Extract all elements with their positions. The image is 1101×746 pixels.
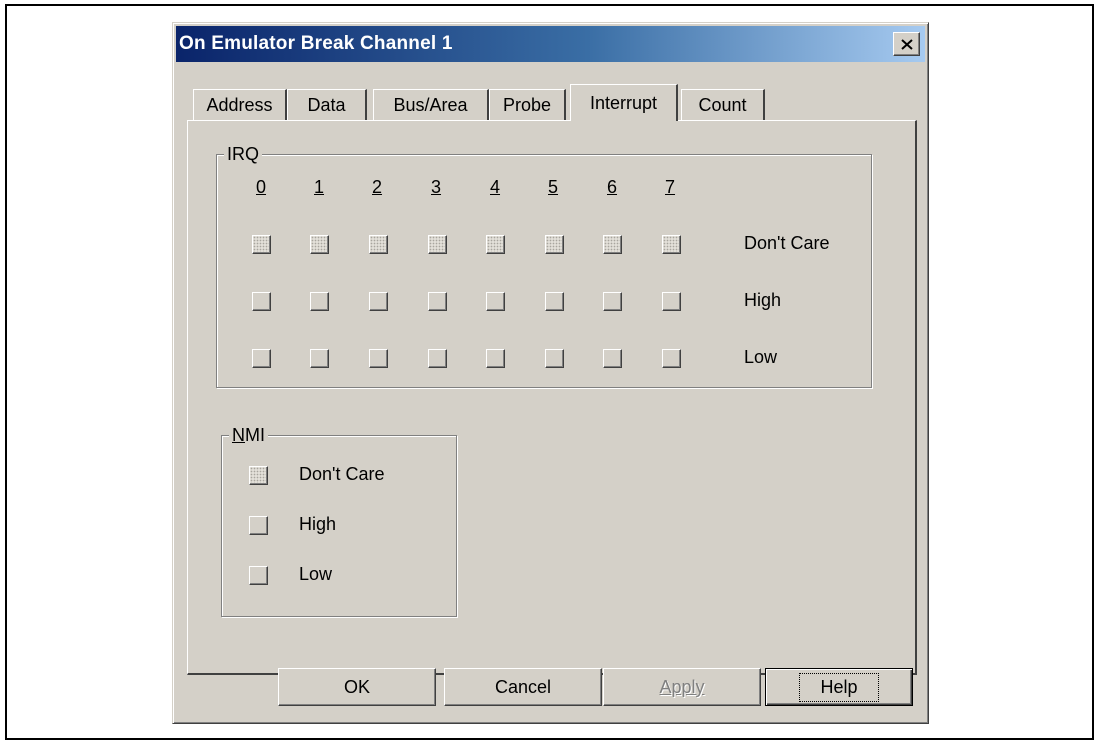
irq5-low-checkbox[interactable] bbox=[545, 349, 564, 368]
tab-interrupt[interactable]: Interrupt bbox=[570, 84, 678, 121]
tab-probe-label: Probe bbox=[502, 94, 552, 115]
cancel-button-label: Cancel bbox=[494, 676, 552, 697]
irq-high-label: High bbox=[744, 290, 782, 310]
irq4-low-checkbox[interactable] bbox=[486, 349, 505, 368]
tab-bus-area-label: Bus/Area bbox=[393, 94, 468, 115]
irq0-low-checkbox[interactable] bbox=[252, 349, 271, 368]
nmi-low-checkbox[interactable] bbox=[249, 566, 268, 585]
irq1-low-checkbox[interactable] bbox=[310, 349, 329, 368]
irq-low-label: Low bbox=[744, 347, 778, 367]
irq-dont-care-label: Don't Care bbox=[744, 233, 830, 253]
irq7-low-checkbox[interactable] bbox=[662, 349, 681, 368]
tab-count[interactable]: Count bbox=[681, 89, 765, 120]
irq-column-3: 3 bbox=[431, 177, 442, 197]
close-icon bbox=[900, 38, 913, 50]
irq-column-5: 5 bbox=[548, 177, 559, 197]
irq3-dont-care-checkbox[interactable] bbox=[428, 235, 447, 254]
nmi-high-label: High bbox=[299, 514, 337, 534]
irq-column-6: 6 bbox=[607, 177, 618, 197]
irq1-dont-care-checkbox[interactable] bbox=[310, 235, 329, 254]
irq6-low-checkbox[interactable] bbox=[603, 349, 622, 368]
irq-column-4: 4 bbox=[490, 177, 501, 197]
irq-column-1: 1 bbox=[314, 177, 325, 197]
irq7-dont-care-checkbox[interactable] bbox=[662, 235, 681, 254]
nmi-high-checkbox[interactable] bbox=[249, 516, 268, 535]
irq-legend: IRQ bbox=[224, 143, 263, 165]
nmi-dont-care-checkbox[interactable] bbox=[249, 466, 268, 485]
apply-button[interactable]: Apply bbox=[603, 668, 761, 706]
nmi-low-label: Low bbox=[299, 564, 333, 584]
irq5-high-checkbox[interactable] bbox=[545, 292, 564, 311]
irq5-dont-care-checkbox[interactable] bbox=[545, 235, 564, 254]
irq3-low-checkbox[interactable] bbox=[428, 349, 447, 368]
tab-probe[interactable]: Probe bbox=[489, 89, 566, 120]
irq-column-0: 0 bbox=[256, 177, 267, 197]
close-button[interactable] bbox=[893, 32, 920, 56]
break-channel-dialog: On Emulator Break Channel 1 Address Data… bbox=[172, 22, 929, 724]
irq0-dont-care-checkbox[interactable] bbox=[252, 235, 271, 254]
ok-button-label: OK bbox=[343, 676, 370, 697]
irq3-high-checkbox[interactable] bbox=[428, 292, 447, 311]
help-button[interactable]: Help bbox=[765, 668, 913, 706]
irq4-dont-care-checkbox[interactable] bbox=[486, 235, 505, 254]
irq1-high-checkbox[interactable] bbox=[310, 292, 329, 311]
apply-button-label: Apply bbox=[659, 676, 705, 697]
irq-column-7: 7 bbox=[665, 177, 676, 197]
irq2-dont-care-checkbox[interactable] bbox=[369, 235, 388, 254]
tab-address-label: Address bbox=[206, 94, 273, 115]
irq0-high-checkbox[interactable] bbox=[252, 292, 271, 311]
irq-group: IRQ 0 1 2 3 4 5 6 7 Don't Care High Low bbox=[216, 143, 872, 388]
irq4-high-checkbox[interactable] bbox=[486, 292, 505, 311]
nmi-group: NMI Don't Care High Low bbox=[221, 424, 457, 617]
irq2-low-checkbox[interactable] bbox=[369, 349, 388, 368]
nmi-legend: NMI bbox=[229, 424, 268, 446]
tab-data-label: Data bbox=[307, 94, 346, 115]
irq7-high-checkbox[interactable] bbox=[662, 292, 681, 311]
irq6-dont-care-checkbox[interactable] bbox=[603, 235, 622, 254]
irq-column-2: 2 bbox=[372, 177, 383, 197]
cancel-button[interactable]: Cancel bbox=[444, 668, 602, 706]
ok-button[interactable]: OK bbox=[278, 668, 436, 706]
irq2-high-checkbox[interactable] bbox=[369, 292, 388, 311]
tab-interrupt-label: Interrupt bbox=[589, 92, 658, 113]
interrupt-tab-panel: IRQ 0 1 2 3 4 5 6 7 Don't Care High Low … bbox=[187, 120, 917, 675]
title-bar[interactable]: On Emulator Break Channel 1 bbox=[176, 26, 925, 62]
tab-bus-area[interactable]: Bus/Area bbox=[373, 89, 489, 120]
tab-address[interactable]: Address bbox=[193, 89, 287, 120]
irq6-high-checkbox[interactable] bbox=[603, 292, 622, 311]
tab-count-label: Count bbox=[698, 94, 747, 115]
nmi-dont-care-label: Don't Care bbox=[299, 464, 385, 484]
window-title: On Emulator Break Channel 1 bbox=[179, 33, 453, 54]
help-button-label: Help bbox=[799, 672, 879, 702]
tab-data[interactable]: Data bbox=[287, 89, 367, 120]
